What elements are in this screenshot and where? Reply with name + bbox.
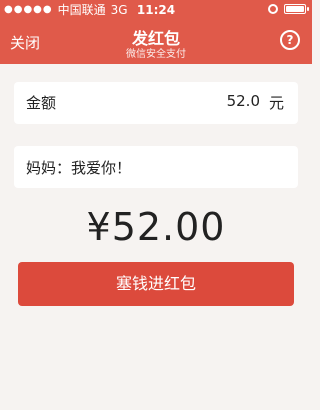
message-input[interactable]: 妈妈：我爱你！ [26,157,131,178]
help-icon[interactable]: ? [280,30,300,50]
send-money-button[interactable]: 塞钱进红包 [18,262,294,306]
status-bar: ●●●●● 中国联通 3G 11:24 [0,0,312,20]
amount-unit: 元 [268,94,284,112]
amount-field[interactable]: 金额 52.0 元 [14,82,298,124]
status-time: 11:24 [136,3,176,17]
page-subtitle: 微信安全支付 [126,49,186,60]
header: 关闭 发红包 微信安全支付 ? [0,20,312,64]
message-field[interactable]: 妈妈：我爱你！ [14,146,298,188]
top-bar: ●●●●● 中国联通 3G 11:24 关闭 发红包 微信安全支付 ? [0,0,312,64]
total-amount: ¥52.00 [86,205,226,249]
status-right [268,4,309,14]
amount-input[interactable]: 52.0 [227,92,260,110]
battery-icon [284,4,309,14]
orientation-lock-icon [268,4,278,14]
amount-label: 金额 [26,94,57,112]
